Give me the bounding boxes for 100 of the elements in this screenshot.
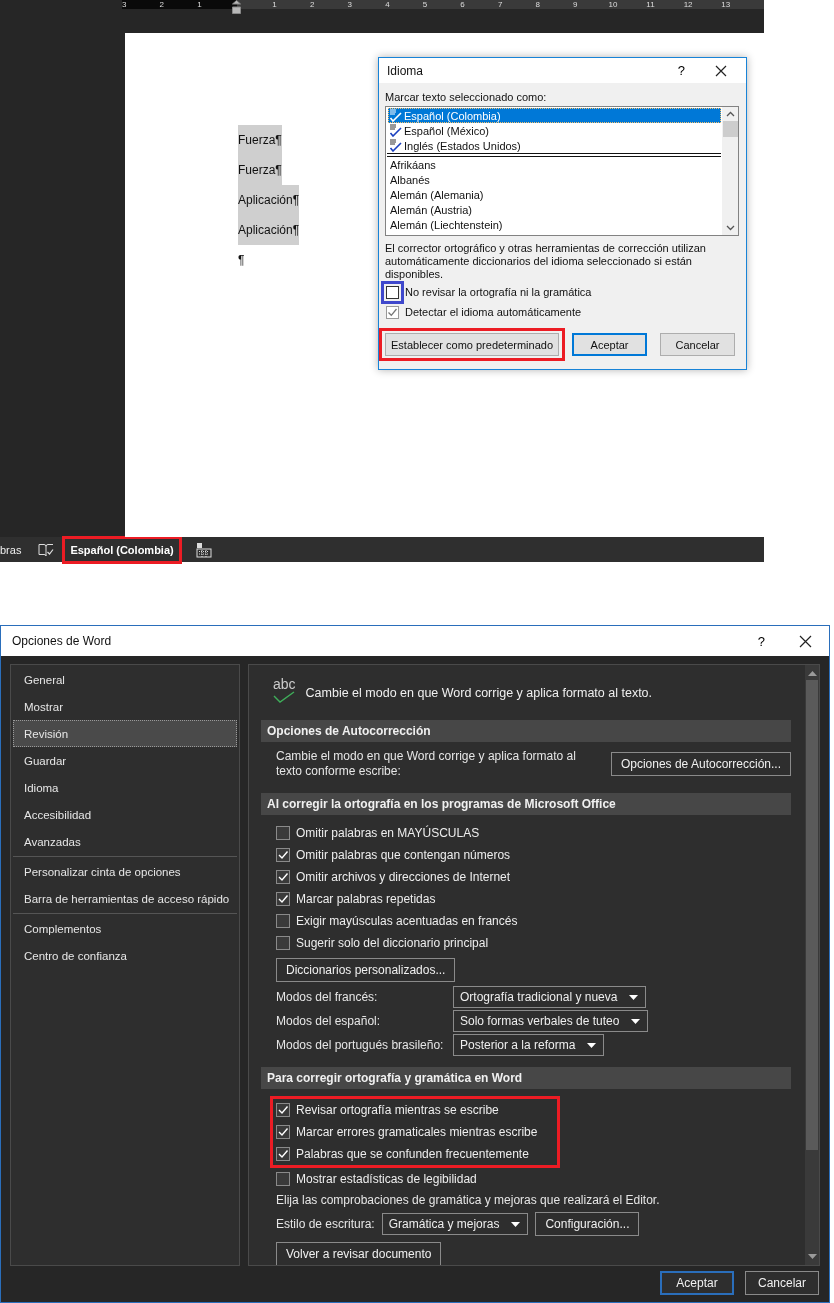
sidebar-item[interactable]: Avanzadas <box>13 828 237 855</box>
info-text: El corrector ortográfico y otras herramientas de corrección utilizan automáticamente diccionarios del idioma seleccionado si están disponibles. <box>385 242 707 282</box>
scroll-down-icon[interactable] <box>807 1254 817 1259</box>
dropdown-arrow-icon[interactable] <box>629 994 639 1000</box>
close-icon[interactable] <box>799 634 812 648</box>
sidebar-item[interactable]: Personalizar cinta de opciones <box>13 858 237 885</box>
language-item[interactable]: Afrikáans <box>388 157 721 172</box>
ruler-number: 9 <box>572 0 579 9</box>
checkbox[interactable] <box>276 870 290 884</box>
checkbox[interactable] <box>276 1147 290 1161</box>
dialog-button[interactable]: Aceptar <box>572 333 648 356</box>
sidebar-item[interactable]: General <box>13 666 237 693</box>
language-item[interactable]: Alemán (Austria) <box>388 202 721 217</box>
description-text: Cambie el modo en que Word corrige y aplica formato al texto conforme escribe: <box>276 749 577 779</box>
sidebar-item[interactable]: Barra de herramientas de acceso rápido <box>13 885 237 912</box>
settings-button[interactable]: Configuración... <box>535 1212 640 1236</box>
language-item[interactable]: Español (Colombia) <box>388 108 721 123</box>
paragraph-text: Fuerza¶ <box>238 125 282 155</box>
ruler-number: 11 <box>645 0 656 9</box>
spellcheck-icon <box>389 139 402 152</box>
description-text: Elija las comprobaciones de gramática y mejoras que realizará el Editor. <box>276 1192 661 1209</box>
scrollbar[interactable] <box>805 665 819 1265</box>
action-button[interactable]: Volver a revisar documento <box>276 1242 442 1265</box>
dialog-title: Idioma <box>387 63 425 78</box>
checkbox-label: Omitir palabras en MAYÚSCULAS <box>296 826 480 840</box>
checkbox-label: Revisar ortografía mientras se escribe <box>296 1103 499 1117</box>
ruler-number: 13 <box>720 0 732 9</box>
list-label: Marcar texto seleccionado como: <box>385 91 548 105</box>
language-item[interactable]: Inglés (Estados Unidos) <box>388 138 721 153</box>
help-button[interactable]: ? <box>757 633 765 649</box>
scroll-up-icon[interactable] <box>725 111 735 117</box>
checkbox-label: Exigir mayúsculas acentuadas en francés <box>296 914 518 928</box>
dropdown-arrow-icon[interactable] <box>511 1221 521 1227</box>
field-label: Modos del portugués brasileño: <box>276 1038 444 1052</box>
checkbox[interactable] <box>386 285 399 299</box>
checkbox-label: Palabras que se confunden frecuentemente <box>296 1147 529 1161</box>
sidebar-item[interactable]: Idioma <box>13 774 237 801</box>
checkbox-label: Mostrar estadísticas de legibilidad <box>296 1172 477 1186</box>
word-count[interactable]: bras <box>0 543 22 556</box>
section-header: Al corregir la ortografía en los programas de Microsoft Office <box>261 793 791 815</box>
ruler-number: 6 <box>459 0 466 9</box>
checkbox[interactable] <box>276 914 290 928</box>
ruler-number: 12 <box>682 0 694 9</box>
indent-marker-icon[interactable] <box>232 0 242 14</box>
ruler-number: 1 <box>196 0 203 9</box>
scroll-thumb[interactable] <box>722 121 738 137</box>
checkbox[interactable] <box>276 1103 290 1117</box>
language-item[interactable]: Alemán (Liechtenstein) <box>388 217 721 232</box>
paragraph-text: Fuerza¶ <box>238 155 282 185</box>
checkbox-label: Marcar errores gramaticales mientras escribe <box>296 1125 538 1139</box>
sidebar-item[interactable]: Revisión <box>13 720 237 747</box>
ruler-number: 3 <box>346 0 353 9</box>
checkbox[interactable] <box>276 848 290 862</box>
dialog-button[interactable]: Establecer como predeterminado <box>385 333 560 356</box>
language-item[interactable]: Español (México) <box>388 123 721 138</box>
checkbox[interactable] <box>276 936 290 950</box>
book-check-icon[interactable] <box>38 542 55 557</box>
checkbox-label: Sugerir solo del diccionario principal <box>296 936 489 950</box>
action-button[interactable]: Diccionarios personalizados... <box>276 958 456 982</box>
field-label: Estilo de escritura: <box>276 1217 375 1231</box>
sidebar-item[interactable]: Complementos <box>13 915 237 942</box>
checkbox-label: Detectar el idioma automáticamente <box>405 306 582 318</box>
spellcheck-icon <box>389 109 402 122</box>
checkbox[interactable] <box>276 1172 290 1186</box>
dialog-button[interactable]: Cancelar <box>745 1271 819 1295</box>
dropdown[interactable]: Ortografía tradicional y nueva <box>453 986 647 1008</box>
sidebar-item[interactable]: Mostrar <box>13 693 237 720</box>
checkbox[interactable] <box>276 892 290 906</box>
checkbox[interactable] <box>276 826 290 840</box>
sidebar-item[interactable]: Centro de confianza <box>13 942 237 969</box>
ruler-number: 2 <box>158 0 165 9</box>
field-label: Modos del español: <box>276 1014 381 1028</box>
options-button[interactable]: Opciones de Autocorrección... <box>610 752 791 776</box>
sidebar-item[interactable]: Accesibilidad <box>13 801 237 828</box>
dialog-button[interactable]: Aceptar <box>660 1271 734 1295</box>
ruler-number: 7 <box>496 0 504 9</box>
field-label: Modos del francés: <box>276 990 378 1004</box>
sidebar-item[interactable]: Guardar <box>13 747 237 774</box>
help-button[interactable]: ? <box>677 63 685 78</box>
dropdown[interactable]: Posterior a la reforma <box>453 1034 605 1056</box>
dialog-title: Opciones de Word <box>12 634 113 648</box>
language-item[interactable]: Alemán (Alemania) <box>388 187 721 202</box>
language-indicator[interactable]: Español (Colombia) <box>70 543 174 556</box>
checkbox-label: Omitir palabras que contengan números <box>296 848 511 862</box>
checkbox[interactable] <box>276 1125 290 1139</box>
language-list[interactable]: Español (Colombia) Español (México) Inglés (Estados Unidos) Afrikáans Albanés Alemán (Alemania) Alemán (Austria) Alemán (Liechtenstein) <box>385 106 739 236</box>
scroll-thumb[interactable] <box>806 680 818 1150</box>
dropdown[interactable]: Solo formas verbales de tuteo <box>453 1010 649 1032</box>
section-header: Opciones de Autocorrección <box>261 720 791 742</box>
dropdown-arrow-icon[interactable] <box>587 1042 597 1048</box>
scroll-down-icon[interactable] <box>725 225 735 231</box>
ruler-number: 4 <box>384 0 391 9</box>
scroll-up-icon[interactable] <box>807 671 817 676</box>
scrollbar[interactable] <box>722 107 738 235</box>
dialog-button[interactable]: Cancelar <box>660 333 736 356</box>
language-item[interactable]: Albanés <box>388 172 721 187</box>
grid-icon[interactable] <box>195 541 212 558</box>
dropdown-arrow-icon[interactable] <box>631 1018 641 1024</box>
close-icon[interactable] <box>715 64 727 77</box>
dropdown[interactable]: Gramática y mejoras <box>381 1213 529 1235</box>
